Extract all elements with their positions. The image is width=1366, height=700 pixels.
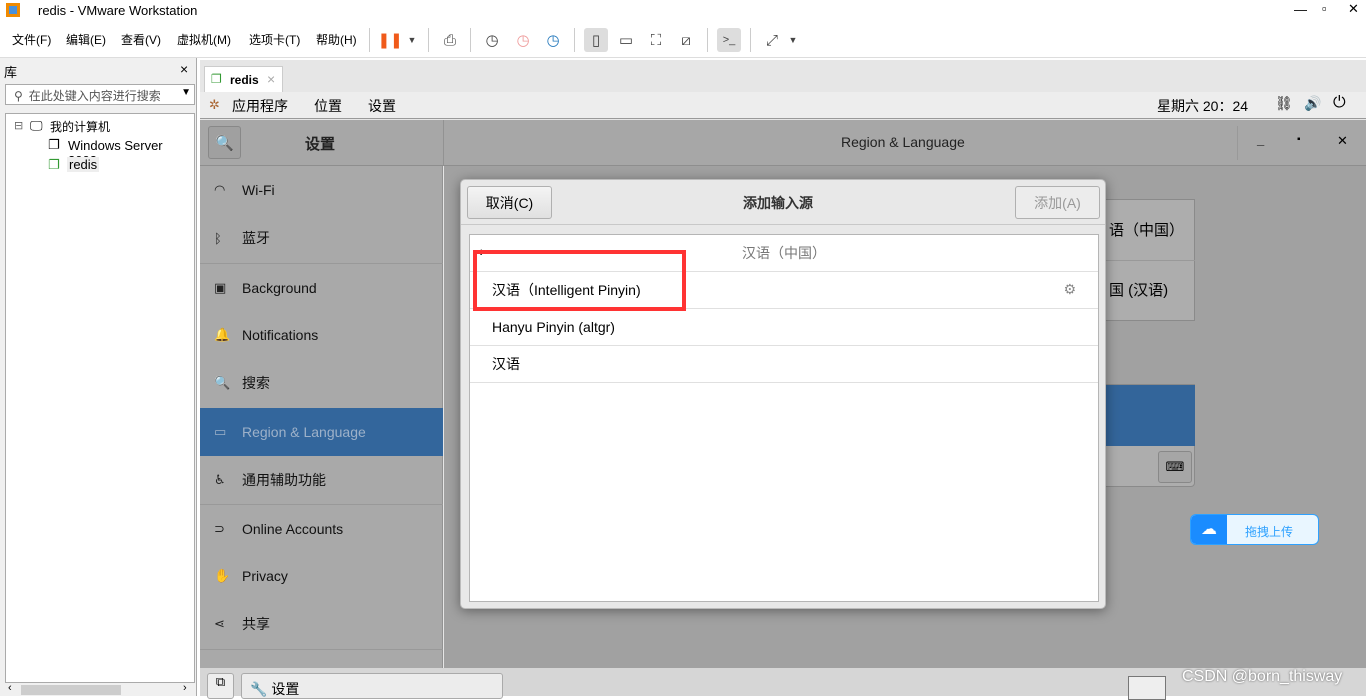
search-button[interactable]: 🔍 bbox=[208, 126, 241, 159]
library-search-input[interactable]: ⚲ 在此处键入内容进行搜索 ▼ bbox=[5, 84, 195, 105]
cloud-icon: ☁ bbox=[1191, 515, 1227, 544]
tab-close-button[interactable]: × bbox=[267, 71, 275, 87]
send-keys-icon[interactable]: ⎙ bbox=[438, 28, 462, 52]
computer-icon: 🖵 bbox=[30, 118, 43, 133]
menu-file[interactable]: 文件(F) bbox=[12, 31, 51, 48]
tab-redis[interactable]: ❐ redis × bbox=[204, 66, 283, 93]
minimize-button[interactable]: — bbox=[1294, 2, 1307, 17]
unity-icon[interactable]: ⧄ bbox=[674, 28, 698, 52]
accessibility-icon: ♿ bbox=[214, 472, 226, 487]
fullscreen-icon[interactable]: ⛶ bbox=[644, 28, 668, 52]
chevron-down-icon[interactable]: ▼ bbox=[181, 87, 191, 98]
chevron-down-icon[interactable]: ▼ bbox=[400, 28, 424, 52]
search-icon: 🔍 bbox=[215, 134, 234, 152]
upload-button[interactable]: ☁ 拖拽上传 bbox=[1190, 514, 1319, 545]
online-accounts-icon: ⊃ bbox=[214, 520, 225, 536]
keyboard-icon: ⌨ bbox=[1165, 459, 1185, 474]
settings-title: 设置 bbox=[305, 136, 336, 153]
region-icon: ▭ bbox=[214, 424, 227, 439]
minimize-button[interactable]: _ bbox=[1257, 132, 1264, 147]
watermark: CSDN @born_thisway bbox=[1182, 668, 1343, 685]
network-icon[interactable]: ⛓ bbox=[1275, 95, 1293, 112]
sidebar-item-background[interactable]: ▣ Background bbox=[200, 263, 443, 311]
gnome-top-bar: ✲ 应用程序 位置 设置 星期六 20：24 ⛓ 🔊 ⏻ bbox=[200, 92, 1366, 119]
vm-running-icon: ❐ bbox=[211, 72, 222, 86]
list-item[interactable]: Hanyu Pinyin (altgr) bbox=[470, 309, 1098, 346]
vm-icon: ❐ bbox=[48, 137, 60, 152]
list-item[interactable]: 汉语 bbox=[470, 346, 1098, 383]
applications-menu[interactable]: 应用程序 bbox=[232, 96, 288, 116]
bell-icon: 🔔 bbox=[214, 327, 231, 342]
gear-icon[interactable]: ⚙ bbox=[1063, 281, 1076, 298]
library-title: 库 bbox=[4, 65, 18, 80]
menu-toolbar: 文件(F) 编辑(E) 查看(V) 虚拟机(M) 选项卡(T) 帮助(H) ❚❚… bbox=[0, 22, 1366, 58]
bluetooth-icon: ᛒ bbox=[214, 230, 222, 246]
menu-vm[interactable]: 虚拟机(M) bbox=[177, 31, 231, 48]
places-menu[interactable]: 位置 bbox=[314, 96, 342, 116]
chevron-down-icon[interactable]: ▼ bbox=[781, 28, 805, 52]
horizontal-scrollbar[interactable]: ‹ › bbox=[5, 682, 195, 696]
sidebar-item-privacy[interactable]: ✋ Privacy bbox=[200, 552, 443, 600]
sidebar-item-online-accounts[interactable]: ⊃ Online Accounts bbox=[200, 504, 443, 552]
settings-header: 🔍 设置 Region & Language _ ▪ ✕ bbox=[200, 120, 1366, 166]
share-icon: ⋖ bbox=[214, 616, 225, 631]
wifi-icon: ◠ bbox=[214, 182, 226, 197]
menu-edit[interactable]: 编辑(E) bbox=[66, 31, 106, 48]
sidebar-item-bluetooth[interactable]: ᛒ 蓝牙 bbox=[200, 214, 443, 262]
cancel-button[interactable]: 取消(C) bbox=[467, 186, 552, 219]
sidebar-item-accessibility[interactable]: ♿ 通用辅助功能 bbox=[200, 456, 443, 504]
apps-icon: ✲ bbox=[209, 97, 220, 112]
hand-icon: ✋ bbox=[214, 568, 231, 583]
add-button[interactable]: 添加(A) bbox=[1015, 186, 1100, 219]
monitor-icon: ▣ bbox=[214, 279, 227, 295]
vmware-logo-icon bbox=[6, 3, 20, 17]
collapse-icon[interactable]: ⊟ bbox=[14, 119, 23, 132]
maximize-button[interactable]: ▫ bbox=[1322, 1, 1327, 16]
taskbar-settings[interactable]: 🔧 设置 bbox=[241, 673, 503, 699]
sidebar-item-notifications[interactable]: 🔔 Notifications bbox=[200, 311, 443, 359]
title-bar: redis - VMware Workstation — ▫ ✕ bbox=[0, 0, 1366, 22]
snapshot-manager-icon[interactable]: ◷ bbox=[541, 28, 565, 52]
search-icon: ⚲ bbox=[14, 89, 23, 103]
library-close-button[interactable]: × bbox=[180, 61, 188, 77]
windows-icon: ⧉ bbox=[215, 674, 226, 689]
close-button[interactable]: ✕ bbox=[1348, 1, 1359, 17]
panel-title: Region & Language bbox=[841, 134, 965, 150]
highlight-annotation bbox=[473, 250, 686, 311]
console-view-icon[interactable]: ▭ bbox=[614, 28, 638, 52]
clock[interactable]: 星期六 20：24 bbox=[1157, 96, 1248, 116]
menu-help[interactable]: 帮助(H) bbox=[316, 31, 357, 48]
pause-icon[interactable]: ❚❚ bbox=[377, 28, 402, 52]
search-icon: 🔍 bbox=[214, 375, 231, 390]
sidebar-item-sharing[interactable]: ⋖ 共享 bbox=[200, 600, 443, 648]
volume-icon[interactable]: 🔊 bbox=[1304, 95, 1321, 112]
snapshot-icon[interactable]: ◷ bbox=[480, 28, 504, 52]
workspace-indicator[interactable] bbox=[1128, 676, 1166, 700]
settings-menu[interactable]: 设置 bbox=[368, 96, 396, 116]
revert-snapshot-icon[interactable]: ◷ bbox=[511, 28, 535, 52]
add-input-source-dialog: 取消(C) 添加输入源 添加(A) ‹ 汉语（中国） 汉语（Intelligen… bbox=[460, 179, 1106, 609]
sidebar-item-search[interactable]: 🔍 搜索 bbox=[200, 359, 443, 407]
menu-tabs[interactable]: 选项卡(T) bbox=[249, 31, 300, 48]
window-title: redis - VMware Workstation bbox=[38, 3, 198, 18]
show-desktop-button[interactable]: ⧉ bbox=[207, 673, 234, 699]
keyboard-settings-button[interactable]: ⌨ bbox=[1158, 451, 1192, 483]
tools-icon: 🔧 bbox=[250, 681, 268, 697]
power-icon[interactable]: ⏻ bbox=[1333, 94, 1346, 112]
maximize-button[interactable]: ▪ bbox=[1297, 134, 1301, 145]
sidebar-item-region-language[interactable]: ▭ Region & Language bbox=[200, 408, 443, 456]
library-tree: ⊟ 🖵 我的计算机 ❐ Windows Server 2003 ❐ redis bbox=[5, 113, 195, 683]
sidebar-item-wifi[interactable]: ◠ Wi-Fi bbox=[200, 166, 443, 214]
dialog-title: 添加输入源 bbox=[743, 195, 813, 211]
settings-sidebar: ◠ Wi-Fi ᛒ 蓝牙 ▣ Background 🔔 Notifications 🔍 搜… bbox=[200, 166, 443, 668]
library-view-icon[interactable]: ▯ bbox=[584, 28, 608, 52]
tree-item-redis[interactable]: redis bbox=[67, 157, 100, 172]
tree-item-my-computer[interactable]: 我的计算机 bbox=[50, 118, 110, 135]
terminal-icon[interactable]: >_ bbox=[717, 28, 741, 52]
vm-running-icon: ❐ bbox=[48, 157, 60, 172]
menu-view[interactable]: 查看(V) bbox=[121, 31, 161, 48]
close-button[interactable]: ✕ bbox=[1337, 133, 1348, 149]
